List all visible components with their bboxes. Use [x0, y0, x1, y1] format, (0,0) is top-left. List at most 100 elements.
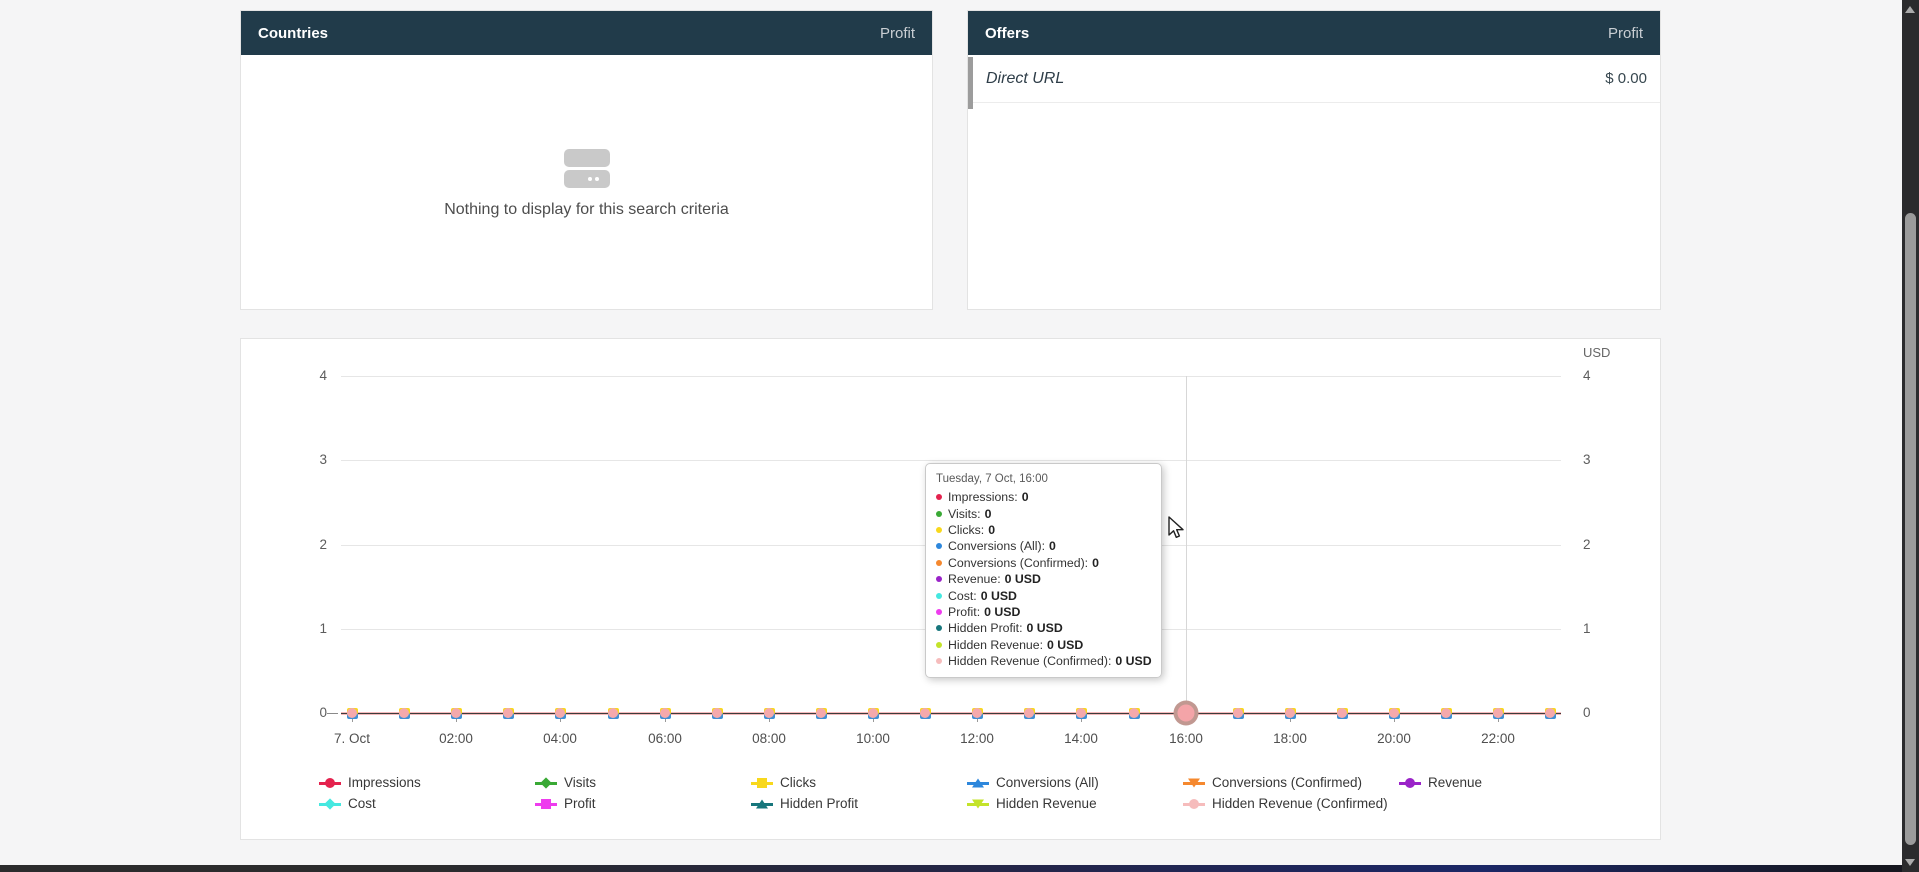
marker-point-icon — [1389, 708, 1399, 718]
tooltip-series-dot-icon — [936, 642, 942, 648]
chart-marker[interactable] — [919, 707, 931, 719]
legend-circle-icon — [1405, 778, 1415, 788]
chart-marker[interactable] — [450, 707, 462, 719]
chart-marker[interactable] — [867, 707, 879, 719]
offers-panel-title: Offers — [985, 25, 1029, 42]
x-axis-label: 04:00 — [543, 731, 577, 746]
chart-marker-hovered[interactable] — [1174, 701, 1199, 726]
x-axis-label: 7. Oct — [334, 731, 370, 746]
offers-list-scrollbar[interactable] — [968, 57, 973, 109]
tooltip-row: Visits:0 — [936, 505, 1151, 521]
legend-triangle-down-icon — [972, 799, 984, 808]
marker-point-icon — [1285, 708, 1295, 718]
tooltip-series-value: 0 — [1022, 490, 1029, 504]
tooltip-series-value: 0 USD — [981, 589, 1017, 603]
marker-point-icon — [1076, 708, 1086, 718]
marker-point-icon — [608, 708, 618, 718]
legend-item-revenue[interactable]: Revenue — [1399, 775, 1615, 790]
legend-marker-icon — [751, 777, 773, 789]
countries-metric-label[interactable]: Profit — [880, 25, 915, 42]
legend-item-profit[interactable]: Profit — [535, 796, 751, 811]
marker-point-icon — [972, 708, 982, 718]
offer-row: Direct URL $ 0.00 — [968, 55, 1660, 103]
tooltip-series-dot-icon — [936, 576, 942, 582]
chart-marker[interactable] — [1440, 707, 1452, 719]
tooltip-series-label: Impressions: — [948, 490, 1018, 504]
countries-panel-title: Countries — [258, 25, 328, 42]
x-axis-label: 16:00 — [1169, 731, 1203, 746]
chart-marker[interactable] — [711, 707, 723, 719]
legend-item-clicks[interactable]: Clicks — [751, 775, 967, 790]
tooltip-series-dot-icon — [936, 625, 942, 631]
chart-marker[interactable] — [1492, 707, 1504, 719]
marker-point-icon — [1545, 708, 1555, 718]
scrollbar-up-arrow-icon[interactable] — [1905, 6, 1915, 13]
countries-panel: Countries Profit Nothing to display for … — [240, 10, 933, 310]
tooltip-row: Profit:0 USD — [936, 604, 1151, 620]
y-axis-label-left: 4 — [281, 368, 327, 383]
tooltip-series-label: Cost: — [948, 589, 977, 603]
chart-marker[interactable] — [1128, 707, 1140, 719]
chart-marker[interactable] — [1232, 707, 1244, 719]
tooltip-row: Conversions (All):0 — [936, 538, 1151, 554]
legend-marker-icon — [1183, 798, 1205, 810]
chart-marker[interactable] — [659, 707, 671, 719]
offer-profit-value: $ 0.00 — [1605, 70, 1647, 87]
tooltip-title: Tuesday, 7 Oct, 16:00 — [936, 473, 1151, 485]
y-axis-label-right: 3 — [1583, 452, 1629, 467]
legend-item-visits[interactable]: Visits — [535, 775, 751, 790]
chart-marker[interactable] — [554, 707, 566, 719]
chart-marker[interactable] — [398, 707, 410, 719]
chart-marker[interactable] — [1075, 707, 1087, 719]
page-scrollbar[interactable] — [1902, 0, 1919, 872]
tooltip-series-dot-icon — [936, 543, 942, 549]
countries-panel-header: Countries Profit — [241, 11, 932, 55]
offer-name[interactable]: Direct URL — [986, 70, 1064, 88]
marker-point-icon — [660, 708, 670, 718]
chart-marker[interactable] — [502, 707, 514, 719]
legend-item-impressions[interactable]: Impressions — [319, 775, 535, 790]
legend-item-cost[interactable]: Cost — [319, 796, 535, 811]
offers-metric-label[interactable]: Profit — [1608, 25, 1643, 42]
tooltip-row: Hidden Profit:0 USD — [936, 620, 1151, 636]
chart-marker[interactable] — [815, 707, 827, 719]
tooltip-series-label: Clicks: — [948, 523, 984, 537]
chart-marker[interactable] — [971, 707, 983, 719]
legend-label: Profit — [564, 796, 596, 811]
y-axis-label-right: 0 — [1583, 705, 1629, 720]
y-axis-currency-label: USD — [1583, 345, 1610, 360]
chart-marker[interactable] — [1388, 707, 1400, 719]
y-gridline — [341, 460, 1561, 461]
legend-item-conversions-confirmed[interactable]: Conversions (Confirmed) — [1183, 775, 1399, 790]
tooltip-row: Hidden Revenue (Confirmed):0 USD — [936, 653, 1151, 669]
chart-marker[interactable] — [607, 707, 619, 719]
marker-point-icon — [1337, 708, 1347, 718]
chart-marker[interactable] — [1023, 707, 1035, 719]
legend-item-hidden-revenue-confirmed[interactable]: Hidden Revenue (Confirmed) — [1183, 796, 1399, 811]
chart-plot-area[interactable]: USD Tuesday, 7 Oct, 16:00 Impressions:0V… — [241, 339, 1660, 839]
tooltip-series-dot-icon — [936, 511, 942, 517]
tooltip-row: Conversions (Confirmed):0 — [936, 555, 1151, 571]
scrollbar-down-arrow-icon[interactable] — [1905, 859, 1915, 866]
tooltip-series-dot-icon — [936, 658, 942, 664]
x-axis-label: 22:00 — [1481, 731, 1515, 746]
legend-label: Impressions — [348, 775, 421, 790]
legend-item-hidden-profit[interactable]: Hidden Profit — [751, 796, 967, 811]
scrollbar-thumb[interactable] — [1905, 213, 1916, 845]
legend-square-icon — [757, 778, 767, 788]
chart-tooltip: Tuesday, 7 Oct, 16:00 Impressions: 0Visit… — [925, 463, 1162, 678]
legend-item-conversions-all[interactable]: Conversions (All) — [967, 775, 1183, 790]
chart-marker[interactable] — [1544, 707, 1556, 719]
tooltip-series-dot-icon — [936, 609, 942, 615]
tooltip-series-dot-icon — [936, 560, 942, 566]
tooltip-series-dot-icon — [936, 593, 942, 599]
chart-marker[interactable] — [1336, 707, 1348, 719]
chart-marker[interactable] — [1284, 707, 1296, 719]
chart-marker[interactable] — [346, 707, 358, 719]
x-axis-label: 20:00 — [1377, 731, 1411, 746]
tooltip-row: Clicks:0 — [936, 522, 1151, 538]
marker-point-icon — [1129, 708, 1139, 718]
legend-item-hidden-revenue[interactable]: Hidden Revenue — [967, 796, 1183, 811]
chart-marker[interactable] — [763, 707, 775, 719]
marker-point-icon — [816, 708, 826, 718]
